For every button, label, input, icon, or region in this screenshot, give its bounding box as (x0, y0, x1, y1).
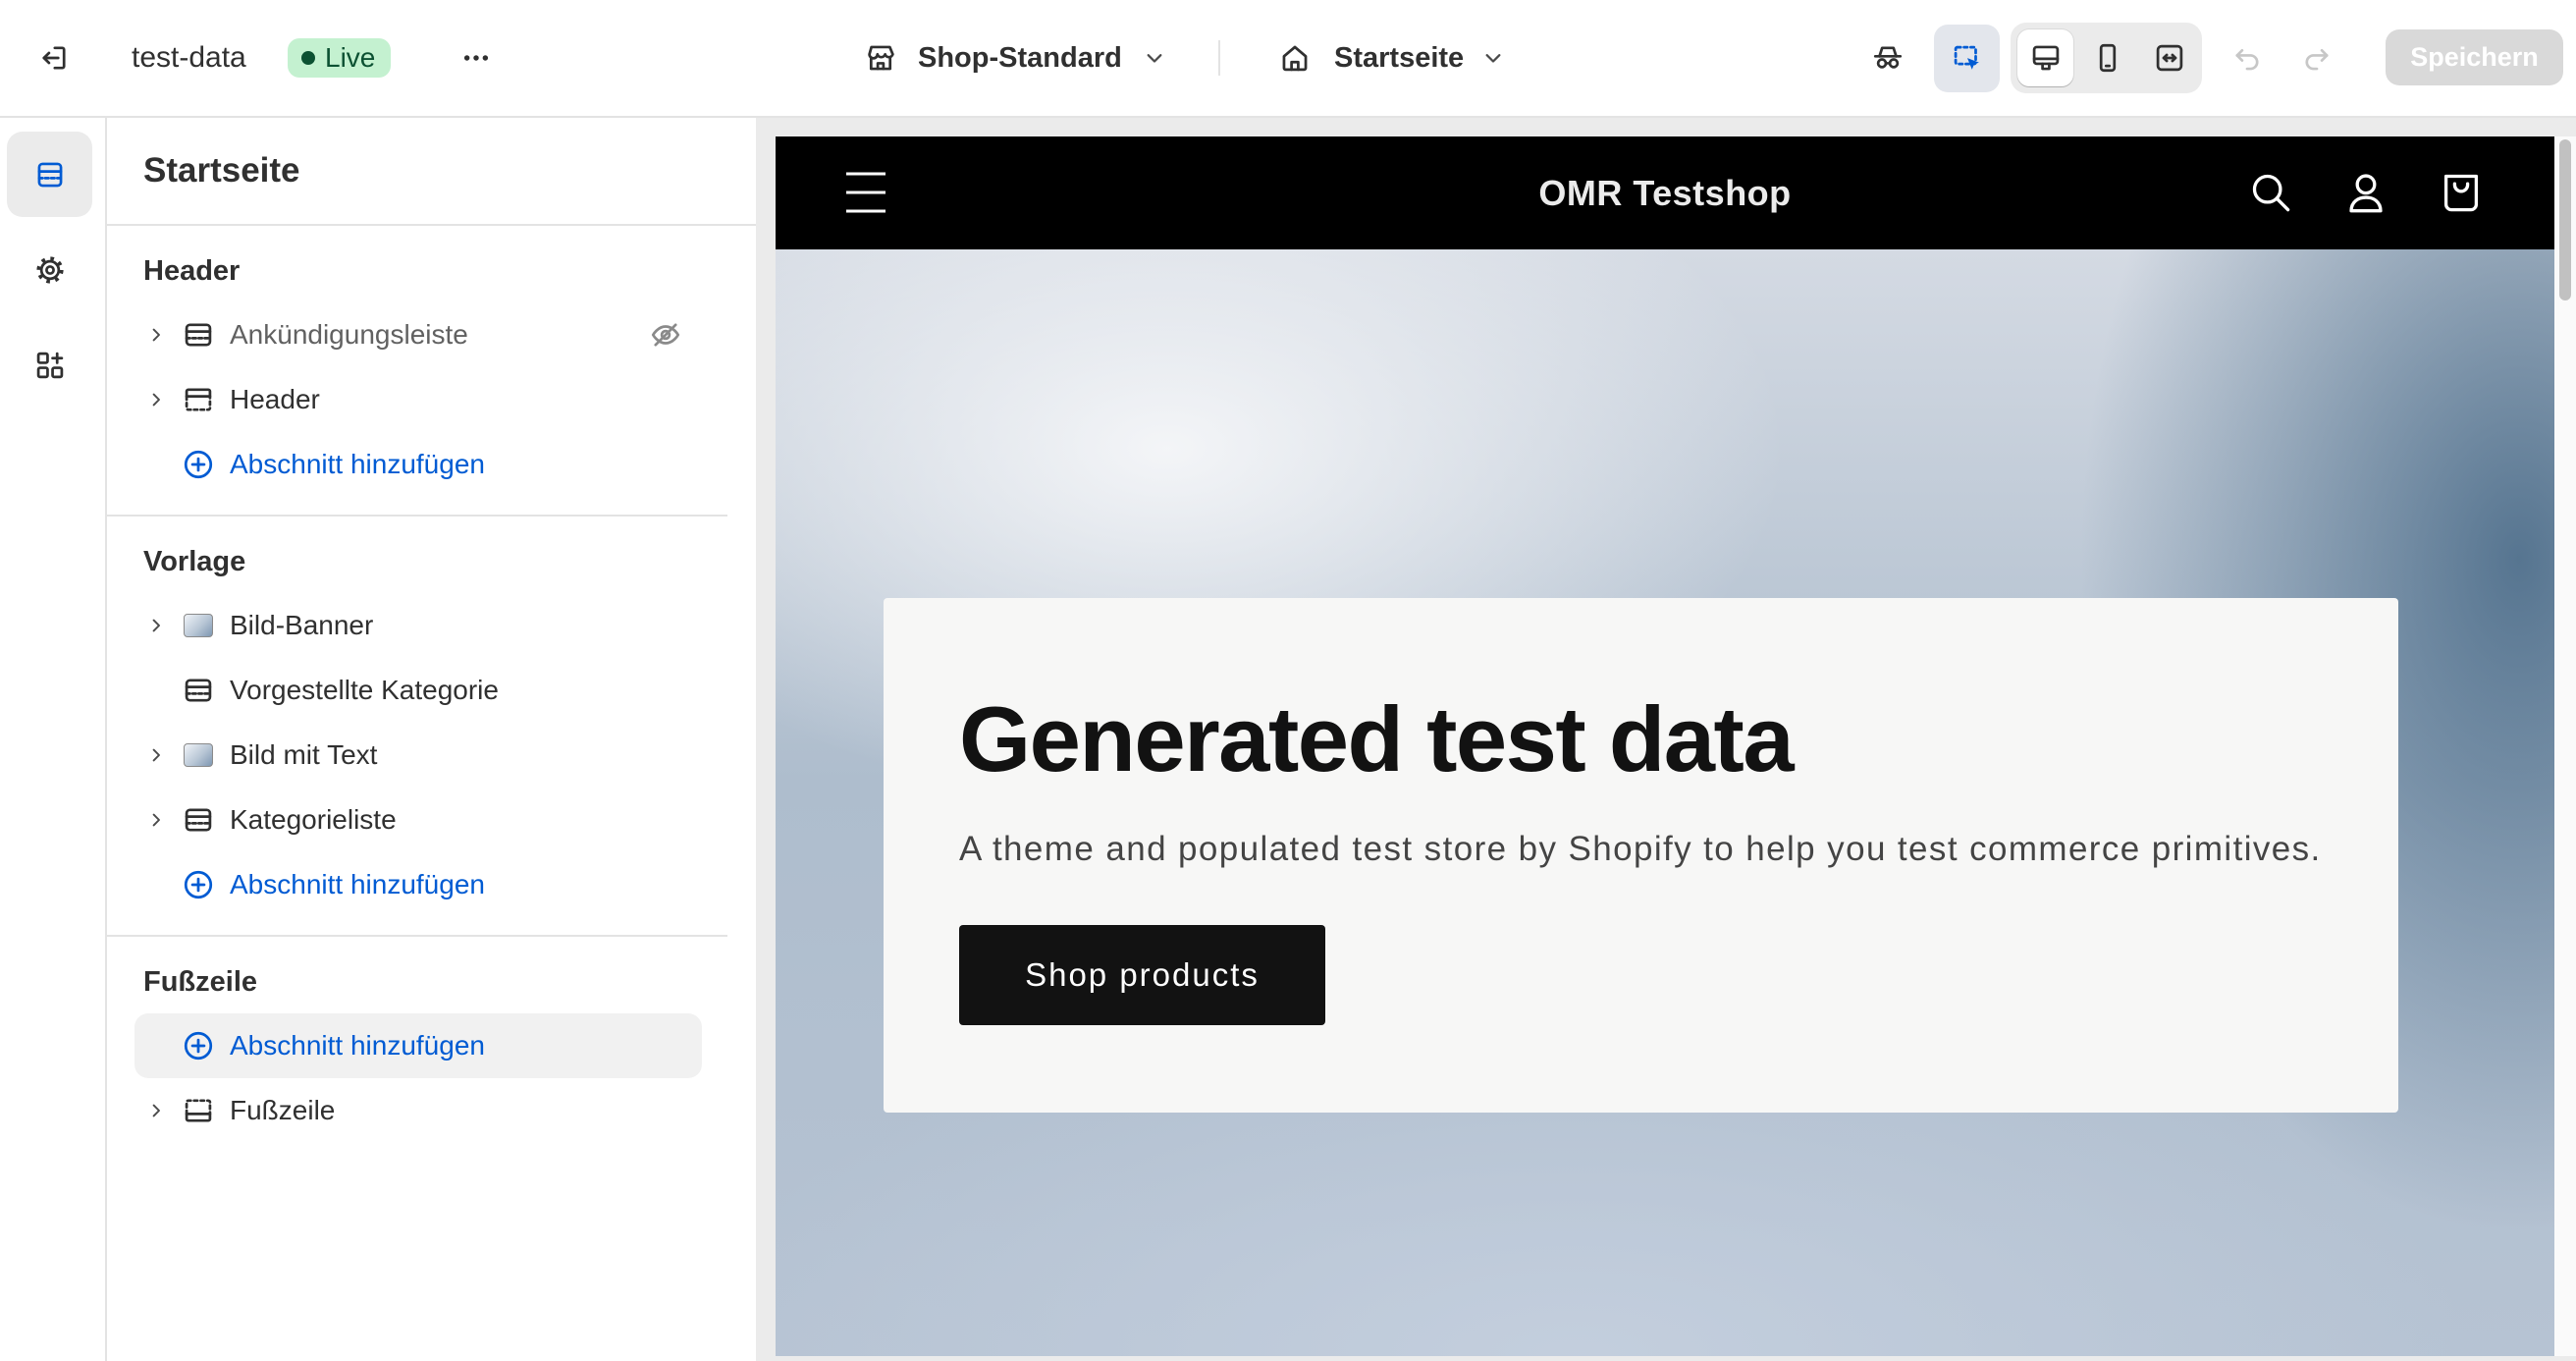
eye-slash-icon[interactable] (649, 318, 682, 352)
editor-rail (0, 118, 107, 1361)
home-icon (1282, 45, 1308, 72)
theme-selector[interactable]: Shop-Standard (854, 27, 1168, 88)
desktop-view-button[interactable] (2017, 29, 2073, 86)
chevron-right-icon[interactable] (144, 808, 168, 832)
add-section-button-template[interactable]: Abschnitt hinzufügen (134, 852, 702, 917)
section-row-label: Bild mit Text (230, 739, 378, 770)
inspector-toggle[interactable] (1934, 25, 2000, 92)
section-icon (185, 323, 212, 347)
section-row-bild-mit-text[interactable]: Bild mit Text (134, 723, 702, 788)
inspector-icon (1954, 45, 1979, 70)
image-icon (182, 738, 215, 772)
redo-icon (2305, 48, 2329, 71)
sections-icon (37, 162, 62, 187)
account-icon[interactable] (2344, 171, 2388, 214)
group-heading: Vorlage (143, 546, 246, 577)
desktop-icon (2032, 45, 2059, 71)
store-header[interactable]: OMR Testshop (776, 136, 2554, 249)
plus-circle-icon (184, 1031, 213, 1061)
cart-icon[interactable] (2440, 171, 2483, 214)
rail-sections-button[interactable] (7, 132, 92, 217)
section-row-vorgestellte-kategorie[interactable]: Vorgestellte Kategorie (134, 658, 702, 723)
add-section-label: Abschnitt hinzufügen (230, 869, 485, 899)
apps-icon (36, 352, 63, 378)
add-section-label: Abschnitt hinzufügen (230, 449, 485, 479)
add-section-label: Abschnitt hinzufügen (230, 1030, 485, 1061)
banner-text: A theme and populated test store by Shop… (959, 830, 2322, 868)
more-actions-button[interactable] (456, 38, 496, 78)
device-switcher (2011, 23, 2202, 93)
header-section-icon (185, 388, 212, 411)
plus-circle-icon (184, 870, 213, 899)
section-row-label: Kategorieliste (230, 804, 397, 835)
sidebar-title: Startseite (107, 118, 756, 226)
topbar-divider (1218, 40, 1220, 76)
preview-scrollbar[interactable] (2554, 136, 2576, 1356)
status-badge-label: Live (325, 42, 376, 73)
fullscreen-icon (2156, 44, 2182, 72)
chevron-right-icon[interactable] (144, 614, 168, 637)
preview-as-customer-button[interactable] (1864, 33, 1911, 82)
section-row-label: Bild-Banner (230, 610, 374, 640)
editor-topbar: test-data Live Shop-Standard Startseite (0, 0, 2576, 118)
sections-sidebar: Startseite Header Ankündigungsleiste Hea… (107, 118, 756, 1361)
exit-icon (42, 46, 66, 70)
chevron-right-icon[interactable] (144, 1099, 168, 1122)
gear-icon (35, 255, 64, 284)
group-heading: Fußzeile (143, 966, 258, 998)
banner-content-box: Generated test data A theme and populate… (884, 598, 2398, 1113)
section-row-header[interactable]: Header (134, 367, 702, 432)
page-selector-label: Startseite (1334, 42, 1465, 74)
section-icon (185, 679, 212, 702)
preview-scrollbar-thumb[interactable] (2559, 139, 2571, 300)
redo-button[interactable] (2297, 38, 2336, 78)
store-icon (868, 45, 894, 71)
section-icon (185, 808, 212, 832)
section-row-label: Fußzeile (230, 1095, 336, 1125)
section-row-label: Vorgestellte Kategorie (230, 675, 499, 705)
undo-button[interactable] (2227, 38, 2267, 78)
banner-heading: Generated test data (959, 687, 1795, 790)
group-heading: Header (143, 255, 241, 287)
section-row-bild-banner[interactable]: Bild-Banner (134, 593, 702, 658)
page-selector[interactable]: Startseite (1268, 27, 1514, 88)
rail-settings-button[interactable] (7, 227, 92, 312)
section-row-kategorieliste[interactable]: Kategorieliste (134, 788, 702, 852)
section-row-label: Header (230, 384, 320, 414)
section-row-fusszeile[interactable]: Fußzeile (134, 1078, 702, 1143)
image-banner: Generated test data A theme and populate… (776, 249, 2554, 1356)
fullscreen-view-button[interactable] (2141, 29, 2197, 86)
add-section-button-header[interactable]: Abschnitt hinzufügen (134, 432, 702, 497)
undo-icon (2235, 48, 2259, 71)
section-group-header: Header Ankündigungsleiste Header Abschni… (107, 226, 756, 515)
section-row-ankuendigungsleiste[interactable]: Ankündigungsleiste (134, 302, 702, 367)
more-horizontal-icon (463, 55, 489, 61)
status-dot (301, 51, 315, 65)
chevron-right-icon[interactable] (144, 743, 168, 767)
theme-selector-label: Shop-Standard (918, 42, 1122, 74)
store-name: test-data (132, 41, 246, 74)
section-group-footer: Fußzeile Abschnitt hinzufügen Fußzeile (107, 937, 756, 1161)
rail-apps-button[interactable] (7, 322, 92, 408)
add-section-button-footer[interactable]: Abschnitt hinzufügen (134, 1013, 702, 1078)
section-group-template: Vorlage Bild-Banner Vorgestellte Kategor… (107, 517, 756, 935)
chevron-right-icon[interactable] (144, 323, 168, 347)
chevron-down-icon (1147, 54, 1162, 63)
live-status-badge: Live (288, 38, 392, 78)
chevron-down-icon (1485, 54, 1501, 63)
incognito-icon (1873, 46, 1903, 69)
plus-circle-icon (184, 450, 213, 479)
storefront-preview-frame[interactable]: OMR Testshop Generated test data A theme… (776, 136, 2554, 1356)
exit-button[interactable] (29, 33, 79, 82)
chevron-right-icon[interactable] (144, 388, 168, 411)
search-icon[interactable] (2249, 171, 2292, 214)
image-icon (182, 609, 215, 642)
save-button[interactable]: Speichern (2386, 29, 2563, 85)
shop-products-button[interactable]: Shop products (959, 925, 1325, 1025)
footer-section-icon (185, 1099, 212, 1122)
section-row-label: Ankündigungsleiste (230, 319, 468, 350)
mobile-icon (2099, 43, 2116, 73)
mobile-view-button[interactable] (2079, 29, 2135, 86)
